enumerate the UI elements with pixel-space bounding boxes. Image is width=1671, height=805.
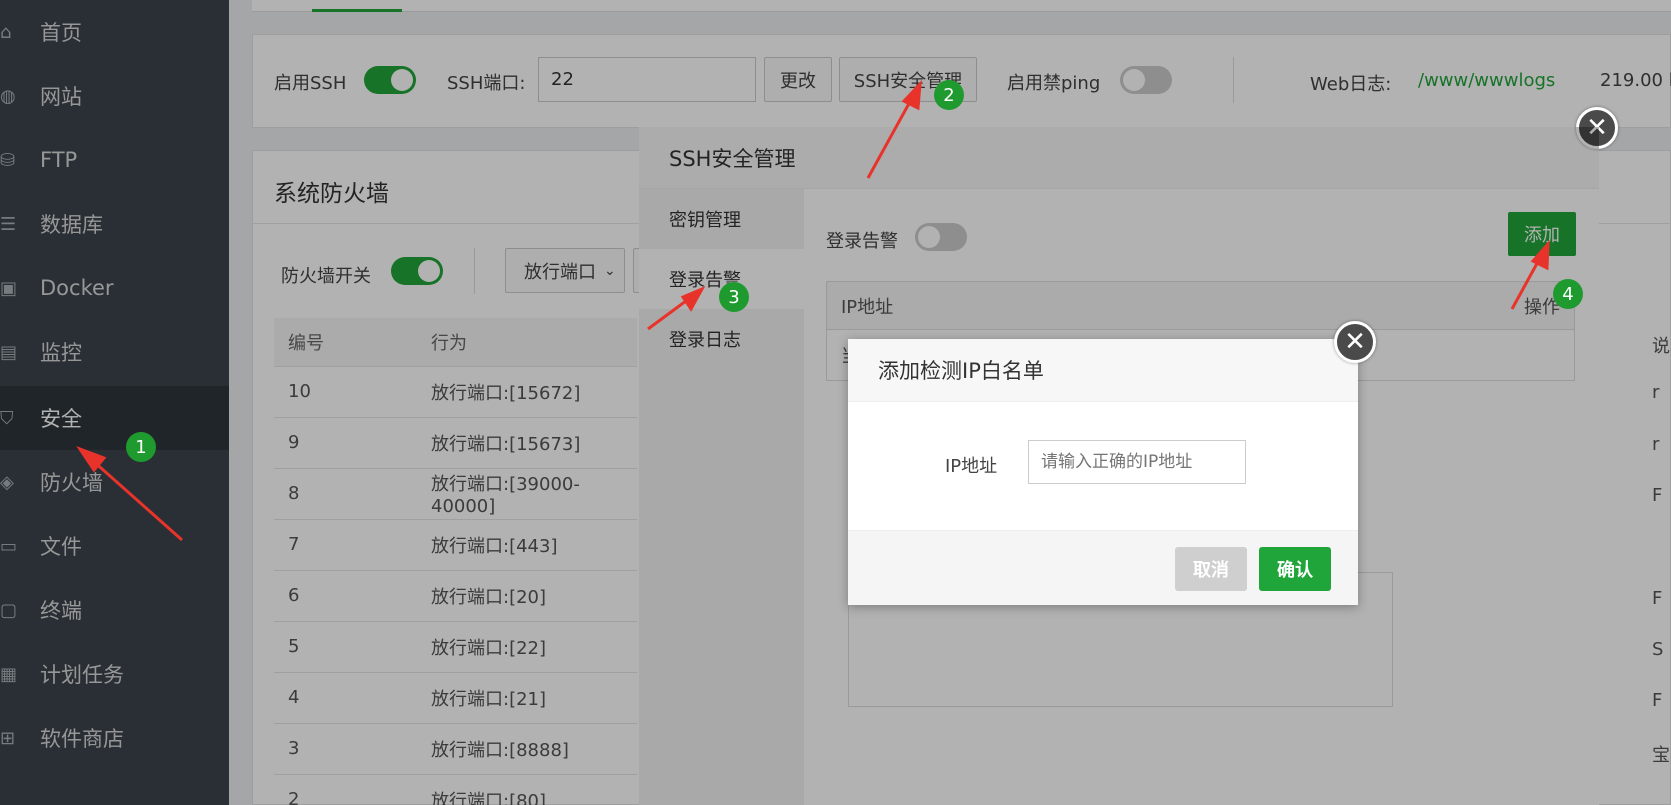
annotation-badge-1: 1	[126, 432, 156, 462]
arrow-head-3	[680, 285, 706, 312]
arrow-1	[91, 458, 183, 542]
annotation-badge-4: 4	[1553, 279, 1583, 309]
annotation-arrows	[76, 79, 1550, 542]
arrow-2	[866, 97, 914, 179]
annotation-badge-3: 3	[719, 282, 749, 312]
arrow-head-2	[901, 79, 922, 111]
arrow-3	[647, 296, 691, 331]
arrow-4	[1510, 257, 1542, 310]
annotation-badge-2: 2	[934, 80, 964, 110]
